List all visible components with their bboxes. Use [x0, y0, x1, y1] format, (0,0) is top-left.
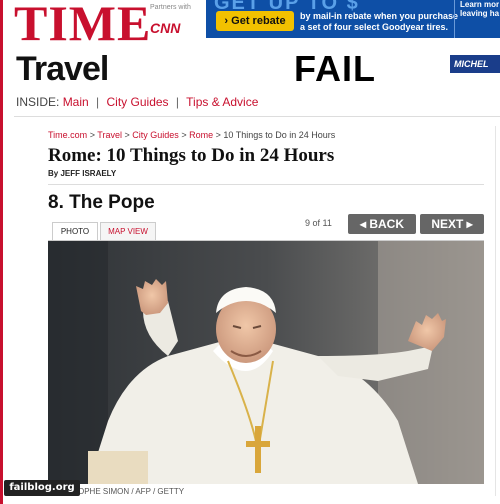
- nav-link-tips-advice[interactable]: Tips & Advice: [186, 95, 258, 109]
- nav-separator: |: [175, 95, 180, 109]
- section-title: Travel: [16, 50, 109, 88]
- divider: [48, 184, 484, 185]
- gallery-photo[interactable]: [48, 241, 484, 484]
- nav-separator: |: [96, 95, 100, 109]
- divider: [495, 126, 496, 496]
- tab-map-view[interactable]: MAP VIEW: [100, 222, 156, 240]
- partners-label: Partners with: [150, 4, 191, 11]
- get-rebate-button[interactable]: › Get rebate: [216, 11, 294, 31]
- inside-label: INSIDE:: [16, 95, 60, 109]
- breadcrumb-travel[interactable]: Travel: [97, 130, 122, 140]
- ad-learn-more[interactable]: Learn mor leaving ha: [460, 0, 499, 18]
- ad-right-line: leaving ha: [460, 9, 500, 18]
- breadcrumb: Time.com > Travel > City Guides > Rome >…: [48, 130, 335, 140]
- article-title: Rome: 10 Things to Do in 24 Hours: [48, 145, 335, 166]
- tab-photo[interactable]: PHOTO: [52, 222, 98, 240]
- chevron-right-icon: ›: [224, 15, 229, 27]
- cnn-logo[interactable]: CNN: [150, 20, 180, 36]
- divider: [14, 116, 500, 117]
- michelin-ad-logo[interactable]: MICHEL: [450, 55, 500, 73]
- time-logo[interactable]: TIME: [14, 0, 151, 52]
- gallery-position: 9 of 11: [305, 218, 332, 228]
- nav-link-city-guides[interactable]: City Guides: [107, 95, 169, 109]
- next-button[interactable]: NEXT ▸: [420, 214, 484, 234]
- breadcrumb-separator: >: [89, 130, 95, 140]
- pope-photo-illustration: [48, 241, 484, 484]
- article-byline: By JEFF ISRAELY: [48, 169, 117, 178]
- ad-right-line: Learn mor: [460, 0, 500, 9]
- back-button[interactable]: ◂ BACK: [348, 214, 416, 234]
- breadcrumb-separator: >: [181, 130, 187, 140]
- fail-overlay-text: FAIL: [294, 48, 376, 89]
- breadcrumb-rome[interactable]: Rome: [189, 130, 213, 140]
- ad-offer-text: by mail-in rebate when you purchase a se…: [300, 11, 458, 33]
- photo-credit: OPHE SIMON / AFP / GETTY: [78, 487, 185, 496]
- ad-divider: [454, 0, 455, 38]
- page-border: [0, 0, 3, 504]
- nav-link-main[interactable]: Main: [63, 95, 89, 109]
- breadcrumb-current: 10 Things to Do in 24 Hours: [223, 130, 336, 140]
- item-title: 8. The Pope: [48, 192, 155, 213]
- get-rebate-label: Get rebate: [231, 15, 286, 27]
- ad-offer-line: by mail-in rebate when you purchase: [300, 11, 459, 21]
- ad-offer-line: a set of four select Goodyear tires.: [300, 22, 449, 32]
- michelin-label: MICHEL: [454, 59, 489, 69]
- breadcrumb-separator: >: [124, 130, 130, 140]
- breadcrumb-separator: >: [215, 130, 221, 140]
- breadcrumb-time[interactable]: Time.com: [48, 130, 87, 140]
- breadcrumb-city-guides[interactable]: City Guides: [132, 130, 179, 140]
- ad-banner[interactable]: GET UP TO $ › Get rebate by mail-in reba…: [206, 0, 500, 38]
- failblog-watermark: failblog.org: [4, 480, 80, 496]
- inside-nav: INSIDE: Main | City Guides | Tips & Advi…: [16, 95, 258, 109]
